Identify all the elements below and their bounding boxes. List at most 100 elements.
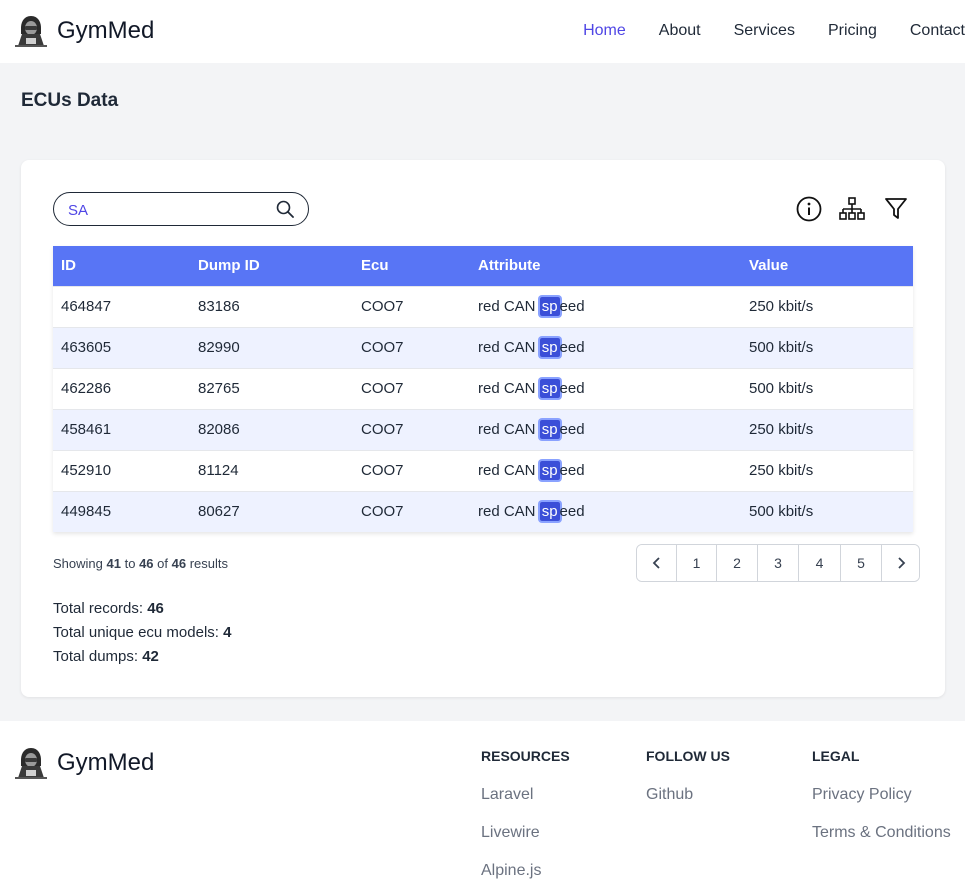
total-records-label: Total records:: [53, 600, 144, 617]
total-ecu-models: Total unique ecu models: 4: [53, 621, 231, 645]
brand-name: GymMed: [57, 17, 155, 44]
cell-dump-id: 81124: [198, 462, 239, 479]
results-suffix: results: [189, 556, 229, 571]
cell-attribute: red CAN sp eed: [470, 286, 741, 327]
cell-attribute: red CAN sp eed: [470, 491, 741, 532]
cell-dump-id: 82086: [198, 421, 240, 438]
cell-dump-id: 82990: [198, 339, 240, 356]
table-row[interactable]: 464847 83186 COO7 red CAN sp eed 250 kbit…: [53, 286, 913, 327]
table-row[interactable]: 458461 82086 COO7 red CAN sp eed 250 kbit…: [53, 409, 913, 450]
results-total: 46: [171, 556, 187, 571]
hacker-logo-icon: [15, 748, 47, 779]
footer-link-privacy[interactable]: Privacy Policy: [812, 786, 951, 804]
cell-attribute: red CAN sp eed: [470, 327, 741, 368]
attr-text: red CAN: [478, 380, 540, 397]
cell-ecu: COO7: [361, 421, 404, 438]
footer-link-github[interactable]: Github: [646, 786, 730, 804]
footer-heading-legal: Legal: [812, 748, 860, 764]
search-highlight: sp: [539, 297, 560, 316]
prev-page-button[interactable]: [637, 545, 676, 581]
search-icon[interactable]: [276, 200, 294, 218]
page-button-1[interactable]: 1: [676, 545, 716, 581]
footer-link-alpinejs[interactable]: Alpine.js: [481, 862, 570, 880]
nav-contact[interactable]: Contact: [910, 22, 965, 40]
footer-col-legal: Legal Privacy Policy Terms & Conditions: [812, 748, 951, 842]
nav-services[interactable]: Services: [734, 22, 795, 40]
cell-dump-id: 83186: [198, 298, 240, 315]
attr-text: red CAN: [478, 421, 540, 438]
cell-value: 500 kbit/s: [749, 503, 814, 521]
attr-text: red CAN: [478, 503, 540, 521]
ecu-data-table: ID Dump ID Ecu Attribute Value 464847 83…: [53, 246, 913, 532]
table-header-row: ID Dump ID Ecu Attribute Value: [53, 246, 913, 286]
page-button-3[interactable]: 3: [757, 545, 798, 581]
results-prefix: Showing: [53, 556, 103, 571]
footer-link-laravel[interactable]: Laravel: [481, 786, 570, 804]
col-attribute-header[interactable]: Attribute: [470, 246, 741, 286]
table-row[interactable]: 452910 81124 COO7 red CAN sp eed 250 kbit…: [53, 450, 913, 491]
search-highlight: sp: [539, 420, 560, 439]
footer-col-follow: Follow us Github: [646, 748, 730, 804]
page-title: ECUs Data: [21, 90, 119, 111]
page-button-4[interactable]: 4: [798, 545, 840, 581]
cell-value: 500 kbit/s: [749, 380, 814, 397]
total-ecu-models-value: 4: [223, 624, 232, 641]
footer-col-resources: Resources Laravel Livewire Alpine.js: [481, 748, 570, 880]
page-button-2[interactable]: 2: [716, 545, 757, 581]
total-dumps-label: Total dumps:: [53, 648, 139, 665]
col-value-header[interactable]: Value: [741, 246, 913, 286]
cell-ecu: COO7: [361, 298, 404, 315]
attr-text: red CAN: [478, 462, 540, 479]
col-dump-id-header[interactable]: Dump ID: [190, 246, 353, 286]
attr-text: red CAN: [478, 339, 540, 356]
footer-brand-link[interactable]: GymMed: [14, 746, 154, 780]
nav-about[interactable]: About: [659, 22, 701, 40]
results-to: 46: [139, 556, 154, 571]
search-highlight: sp: [539, 379, 560, 398]
totals-summary: Total records: 46 Total unique ecu model…: [53, 597, 231, 669]
cell-dump-id: 82765: [198, 380, 240, 397]
cell-id: 462286: [61, 380, 112, 397]
attr-text: eed: [559, 462, 585, 479]
table-row[interactable]: 463605 82990 COO7 red CAN sp eed 500 kbit…: [53, 327, 913, 368]
search-input[interactable]: [66, 199, 270, 221]
cell-value: 250 kbit/s: [749, 462, 814, 479]
footer-link-terms[interactable]: Terms & Conditions: [812, 824, 951, 842]
results-to-word: to: [124, 556, 136, 571]
info-icon[interactable]: [796, 196, 822, 222]
brand-link[interactable]: GymMed: [14, 14, 154, 48]
cell-id: 464847: [61, 298, 112, 315]
footer-link-livewire[interactable]: Livewire: [481, 824, 570, 842]
data-card: ID Dump ID Ecu Attribute Value 464847 83…: [21, 160, 945, 697]
cell-dump-id: 80627: [198, 503, 240, 521]
main-nav: Home About Services Pricing Contact: [550, 22, 965, 40]
search-highlight: sp: [539, 461, 560, 480]
page-button-5[interactable]: 5: [840, 545, 881, 581]
filter-icon[interactable]: [884, 196, 908, 222]
hierarchy-icon[interactable]: [839, 196, 865, 222]
nav-home[interactable]: Home: [583, 22, 626, 40]
footer-heading-resources: Resources: [481, 748, 570, 764]
attr-text: eed: [559, 503, 585, 521]
total-records: Total records: 46: [53, 597, 231, 621]
nav-pricing[interactable]: Pricing: [828, 22, 877, 40]
pagination: 1 2 3 4 5: [636, 544, 920, 582]
cell-ecu: COO7: [361, 380, 404, 397]
cell-ecu: COO7: [361, 339, 404, 356]
col-ecu-header[interactable]: Ecu: [353, 246, 470, 286]
cell-id: 458461: [61, 421, 112, 438]
hacker-logo-icon: [15, 16, 47, 47]
col-id-header[interactable]: ID: [53, 246, 190, 286]
table-row[interactable]: 462286 82765 COO7 red CAN sp eed 500 kbit…: [53, 368, 913, 409]
search-highlight: sp: [539, 502, 560, 522]
total-dumps: Total dumps: 42: [53, 645, 231, 669]
table-row[interactable]: 449845 80627 COO7 red CAN sp eed 500 kbit…: [53, 491, 913, 532]
footer: GymMed Resources Laravel Livewire Alpine…: [0, 721, 965, 885]
cell-id: 463605: [61, 339, 112, 356]
search-box: [53, 192, 309, 226]
cell-id: 449845: [61, 503, 112, 521]
cell-value: 500 kbit/s: [749, 339, 814, 356]
attr-text: eed: [559, 380, 585, 397]
next-page-button[interactable]: [881, 545, 919, 581]
search-highlight: sp: [539, 338, 560, 357]
